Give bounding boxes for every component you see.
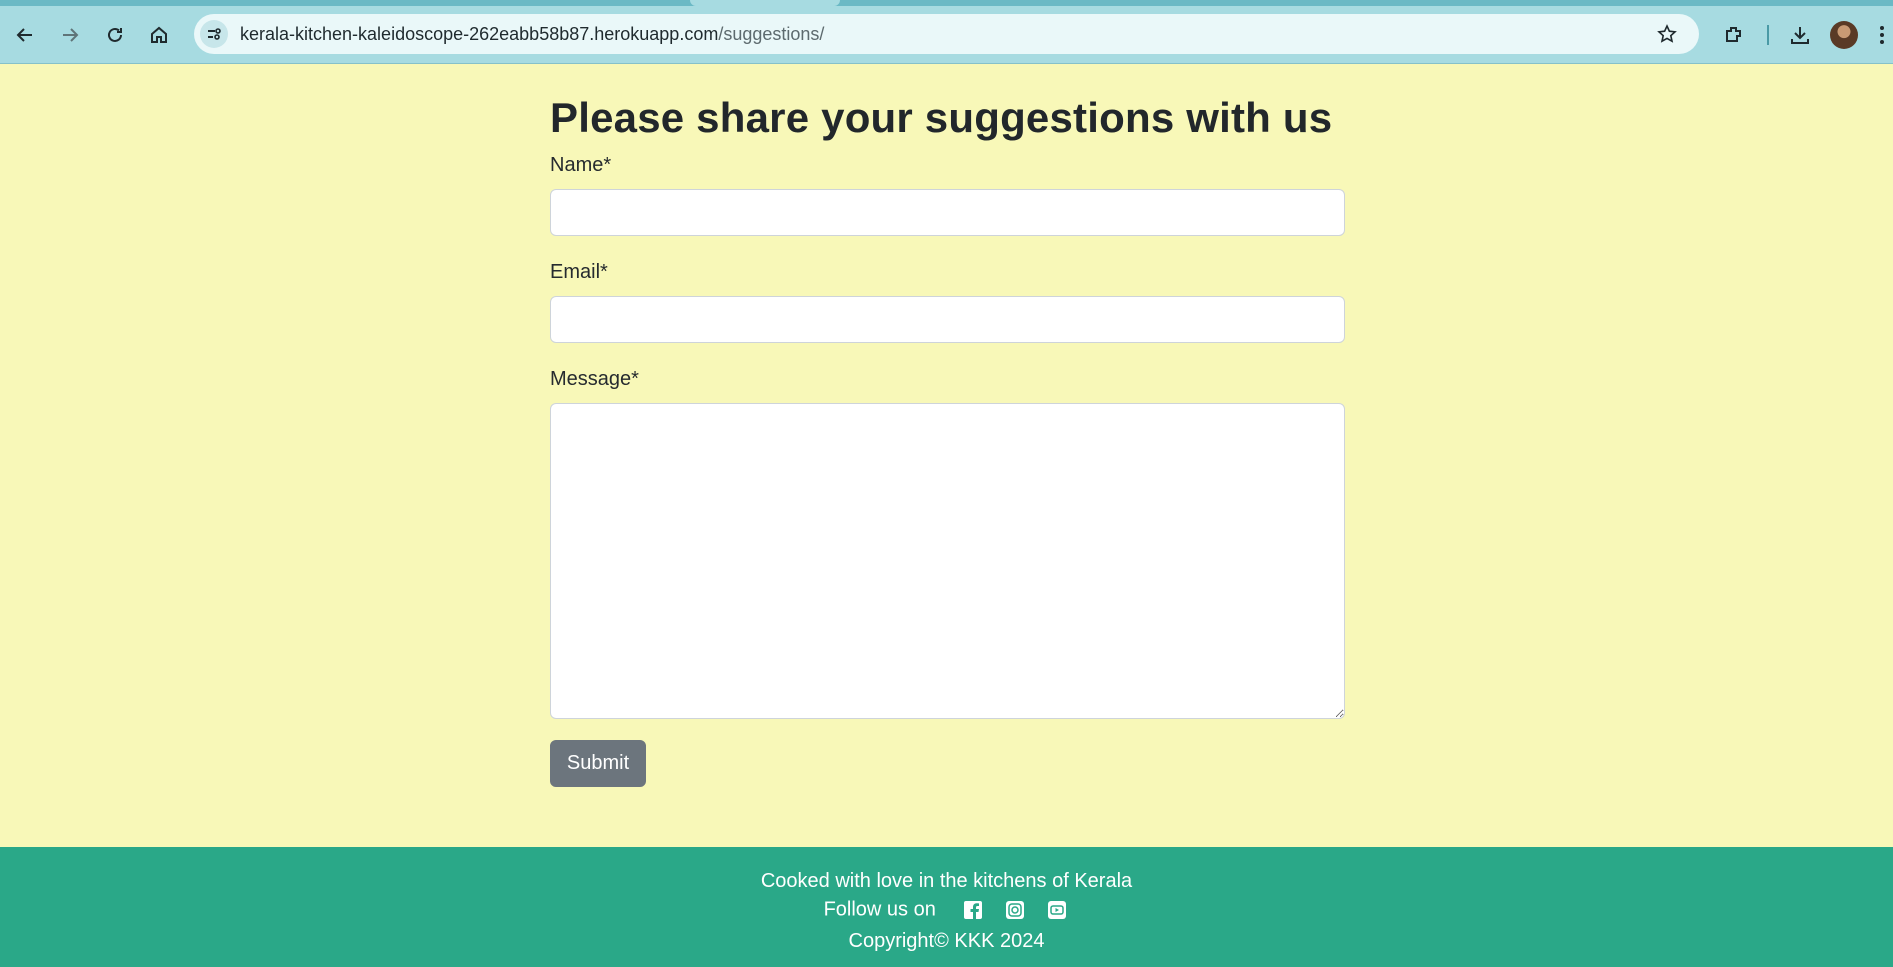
instagram-icon[interactable]	[1003, 898, 1027, 922]
follow-label: Follow us on	[823, 898, 936, 921]
download-icon[interactable]	[1783, 18, 1817, 52]
home-icon[interactable]	[142, 18, 176, 52]
tab-strip	[0, 0, 1893, 6]
url-host: kerala-kitchen-kaleidoscope-262eabb58b87…	[240, 24, 719, 44]
facebook-icon[interactable]	[961, 898, 985, 922]
name-label: Name*	[550, 154, 612, 176]
message-label: Message*	[550, 368, 639, 390]
toolbar-divider	[1767, 25, 1769, 45]
page-title: Please share your suggestions with us	[550, 94, 1333, 141]
url-text[interactable]: kerala-kitchen-kaleidoscope-262eabb58b87…	[240, 24, 824, 45]
site-footer: Cooked with love in the kitchens of Kera…	[0, 847, 1893, 967]
reload-icon[interactable]	[98, 18, 132, 52]
copyright-text: Copyright© KKK 2024	[848, 930, 1045, 952]
footer-tagline: Cooked with love in the kitchens of Kera…	[760, 870, 1133, 892]
submit-button[interactable]: Submit	[550, 740, 646, 787]
email-label: Email*	[550, 261, 608, 283]
menu-icon[interactable]	[1872, 18, 1892, 52]
url-path: /suggestions/	[718, 24, 825, 44]
forward-icon[interactable]	[53, 18, 87, 52]
email-field[interactable]	[550, 296, 1345, 343]
bookmark-star-icon[interactable]	[1653, 20, 1681, 48]
social-links	[961, 898, 1069, 922]
profile-avatar[interactable]	[1830, 21, 1858, 49]
message-textarea[interactable]	[550, 403, 1345, 719]
follow-row: Follow us on	[0, 898, 1893, 922]
back-icon[interactable]	[8, 18, 42, 52]
address-bar[interactable]: kerala-kitchen-kaleidoscope-262eabb58b87…	[194, 14, 1699, 54]
browser-toolbar: kerala-kitchen-kaleidoscope-262eabb58b87…	[0, 0, 1893, 64]
site-info-icon[interactable]	[200, 20, 228, 48]
name-field[interactable]	[550, 189, 1345, 236]
extensions-icon[interactable]	[1717, 18, 1751, 52]
active-tab[interactable]	[690, 0, 840, 6]
youtube-icon[interactable]	[1045, 898, 1069, 922]
